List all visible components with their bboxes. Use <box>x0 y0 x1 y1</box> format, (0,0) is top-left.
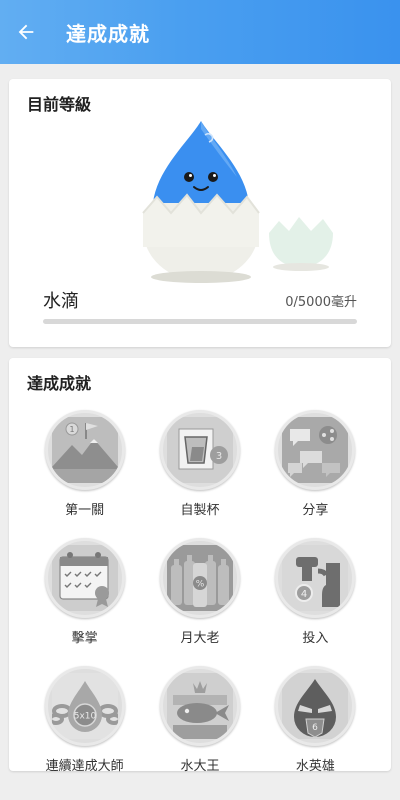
app-bar: 達成成就 <box>0 0 400 64</box>
achievement-label: 月大老 <box>180 631 220 646</box>
page-title: 達成成就 <box>66 21 150 46</box>
achievement-label: 擊掌 <box>71 631 98 646</box>
achievements-grid: 1 第一關 3 自製杯 分享 擊掌 % 月大老 4 投入 5x10 連續達成大師… <box>27 410 373 784</box>
achievement-label: 投入 <box>302 631 329 646</box>
achievement-item[interactable]: 3 自製杯 <box>142 410 257 528</box>
current-level-card: 目前等級 水滴 0/5000毫升 <box>9 79 391 347</box>
svg-text:6: 6 <box>312 723 318 733</box>
svg-text:1: 1 <box>69 425 74 434</box>
current-level-title: 目前等級 <box>27 95 92 114</box>
achievement-item[interactable]: % 月大老 <box>142 538 257 656</box>
achievement-label: 水英雄 <box>295 759 335 774</box>
back-button[interactable] <box>0 0 52 64</box>
achievement-item[interactable]: 6 水英雄 <box>258 666 373 784</box>
level-progress-bar <box>43 319 357 324</box>
svg-text:5x10: 5x10 <box>73 712 96 722</box>
chain-drop-badge-icon: 5x10 <box>44 666 125 746</box>
level-name: 水滴 <box>43 291 79 312</box>
mountain-flag-badge-icon: 1 <box>44 410 125 490</box>
arrow-left-icon <box>18 24 34 40</box>
svg-text:3: 3 <box>216 451 222 462</box>
fish-king-badge-icon <box>159 666 240 746</box>
water-drop-mascot-icon <box>142 121 333 283</box>
bottles-badge-icon: % <box>159 538 240 618</box>
share-badge-icon <box>275 410 356 490</box>
achievement-item[interactable]: 分享 <box>258 410 373 528</box>
achievement-label: 第一關 <box>65 503 105 518</box>
achievement-item[interactable]: 1 第一關 <box>27 410 142 528</box>
achievement-label: 連續達成大師 <box>45 759 124 774</box>
achievement-label: 分享 <box>302 503 329 518</box>
achievement-label: 自製杯 <box>180 503 220 518</box>
achievement-item[interactable]: 水大王 <box>142 666 257 784</box>
achievements-card: 達成成就 1 第一關 3 自製杯 分享 擊掌 % 月大老 4 投入 5x10 連… <box>9 358 391 774</box>
achievement-label: 水大王 <box>180 759 220 774</box>
achievements-title: 達成成就 <box>27 374 92 393</box>
hero-drop-badge-icon: 6 <box>275 666 356 746</box>
svg-text:4: 4 <box>301 589 307 600</box>
calendar-badge-icon <box>44 538 125 618</box>
level-progress-text: 0/5000毫升 <box>285 295 357 310</box>
custom-cup-badge-icon: 3 <box>159 410 240 490</box>
svg-text:%: % <box>196 580 205 590</box>
achievement-item[interactable]: 4 投入 <box>258 538 373 656</box>
faucet-badge-icon: 4 <box>275 538 356 618</box>
achievement-item[interactable]: 擊掌 <box>27 538 142 656</box>
achievement-item[interactable]: 5x10 連續達成大師 <box>27 666 142 784</box>
